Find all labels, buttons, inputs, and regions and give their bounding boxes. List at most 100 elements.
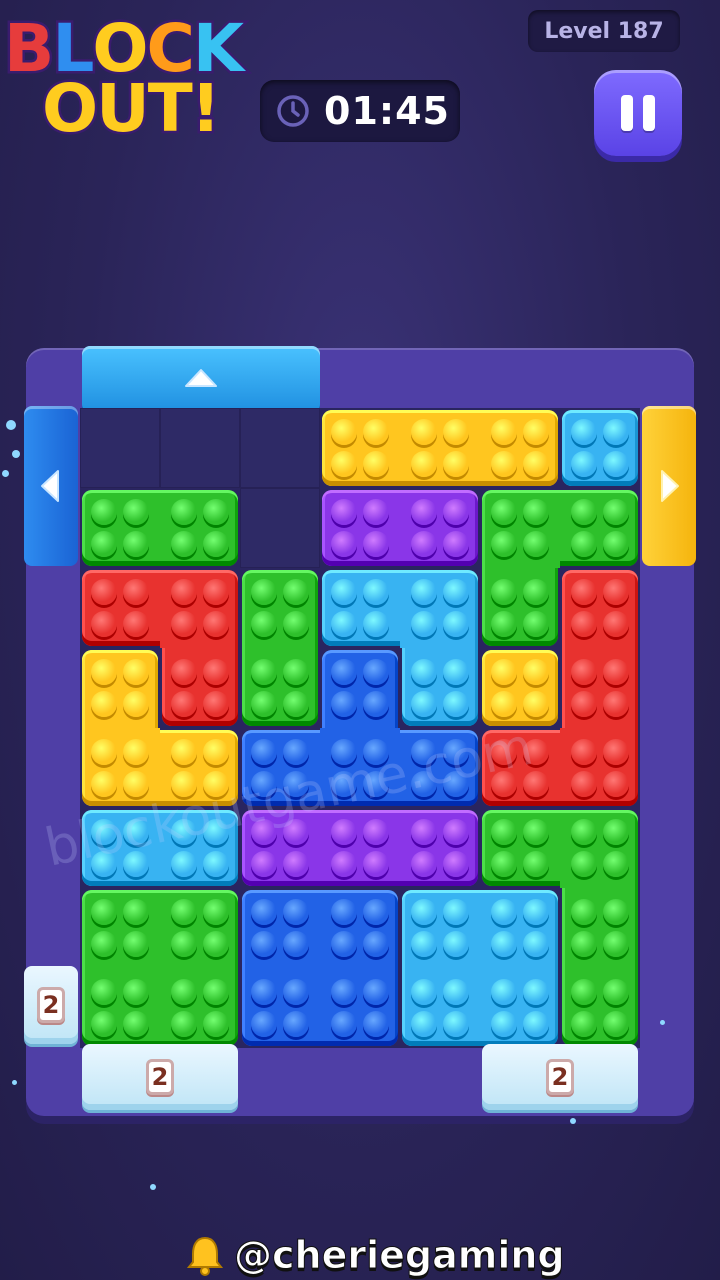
stud [123, 579, 149, 605]
block-cell [400, 410, 480, 486]
stud [123, 771, 149, 797]
stud [331, 419, 357, 445]
stud [443, 691, 469, 717]
block-cell [480, 410, 558, 486]
stud [571, 899, 597, 925]
ice-counter-bottom-left: 2 [82, 1044, 238, 1110]
stud [203, 579, 229, 605]
block-cell [322, 490, 400, 566]
stud [523, 419, 549, 445]
stud [251, 659, 277, 685]
snow-particle [12, 450, 20, 458]
empty-cell [160, 408, 240, 488]
stud [523, 691, 549, 717]
stud [251, 739, 277, 765]
stud [203, 931, 229, 957]
stud [411, 899, 437, 925]
stud [443, 579, 469, 605]
stud [203, 851, 229, 877]
stud [411, 451, 437, 477]
stud [123, 899, 149, 925]
stud [251, 579, 277, 605]
stud [363, 419, 389, 445]
stud [443, 451, 469, 477]
stud [283, 579, 309, 605]
stud [491, 579, 517, 605]
stud [491, 419, 517, 445]
block-cell [242, 648, 318, 726]
stud [571, 739, 597, 765]
stud [603, 771, 629, 797]
stud [491, 611, 517, 637]
stud [251, 611, 277, 637]
ice-count: 2 [546, 1059, 574, 1095]
stud [523, 931, 549, 957]
stud [603, 579, 629, 605]
block-cell [242, 968, 320, 1046]
snow-particle [660, 1020, 665, 1025]
stud [443, 499, 469, 525]
stud [571, 931, 597, 957]
stud [331, 531, 357, 557]
stud [523, 899, 549, 925]
stud [283, 851, 309, 877]
stud [491, 451, 517, 477]
stud [603, 1011, 629, 1037]
stud [91, 979, 117, 1005]
stud [443, 531, 469, 557]
stud [331, 899, 357, 925]
block-cell [562, 410, 638, 486]
block-cell [82, 570, 160, 646]
stud [331, 579, 357, 605]
stud [203, 739, 229, 765]
block-cell [82, 968, 160, 1046]
stud [571, 579, 597, 605]
stud [203, 659, 229, 685]
stud [363, 579, 389, 605]
stud [411, 931, 437, 957]
empty-cell [80, 408, 160, 488]
stud [91, 899, 117, 925]
stud [283, 899, 309, 925]
block-cell [322, 650, 398, 728]
stud [363, 819, 389, 845]
stud [571, 819, 597, 845]
stud [171, 611, 197, 637]
stud [363, 499, 389, 525]
stud [523, 579, 549, 605]
stud [603, 451, 629, 477]
block-cell [242, 570, 318, 648]
stud [443, 851, 469, 877]
snow-particle [570, 1118, 576, 1124]
stud [91, 499, 117, 525]
stud [571, 979, 597, 1005]
stud [171, 739, 197, 765]
stud [203, 611, 229, 637]
stud [363, 931, 389, 957]
block-cell [482, 650, 558, 726]
block-cell [562, 648, 638, 728]
stud [123, 931, 149, 957]
stud [123, 739, 149, 765]
stud [603, 499, 629, 525]
stud [491, 819, 517, 845]
stud [203, 531, 229, 557]
stud [571, 691, 597, 717]
snow-particle [2, 470, 9, 477]
stud [91, 739, 117, 765]
stud [283, 659, 309, 685]
empty-cell [240, 408, 320, 488]
stud [171, 979, 197, 1005]
stud [251, 899, 277, 925]
stud [411, 659, 437, 685]
stud [443, 899, 469, 925]
stud [203, 499, 229, 525]
block-cell [82, 728, 160, 806]
stud [363, 979, 389, 1005]
stud [251, 979, 277, 1005]
stud [363, 531, 389, 557]
stud [91, 611, 117, 637]
block-cell [82, 890, 160, 968]
stud [571, 531, 597, 557]
stud [91, 531, 117, 557]
